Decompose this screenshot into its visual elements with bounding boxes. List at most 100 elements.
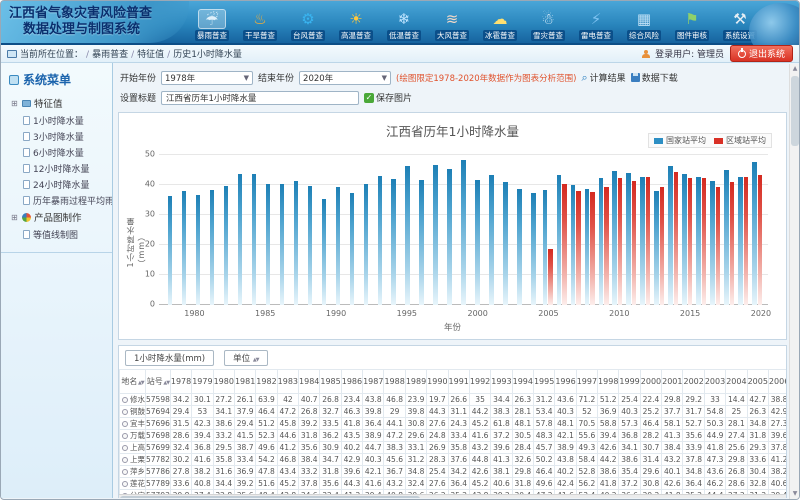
start-year-select[interactable]: 1978年 ▼: [161, 71, 253, 85]
radio-icon[interactable]: [122, 457, 128, 463]
bar-regional-2006[interactable]: [562, 184, 567, 305]
bar-national-2003[interactable]: [517, 189, 522, 305]
col-header-2000[interactable]: 2000: [640, 370, 661, 394]
col-header-1997[interactable]: 1997: [576, 370, 597, 394]
sidebar-item-6小时降水量[interactable]: 6小时降水量: [1, 144, 112, 160]
bar-national-2014[interactable]: [668, 166, 673, 305]
bar-regional-2014[interactable]: [674, 172, 679, 305]
vertical-scrollbar[interactable]: ▲ ▼: [789, 64, 799, 499]
bar-national-1994[interactable]: [391, 179, 396, 305]
toolbar-item-snow[interactable]: ☃雪灾普查: [525, 9, 571, 41]
bar-national-2008[interactable]: [585, 189, 590, 305]
bar-regional-2005[interactable]: [548, 249, 553, 305]
col-header-1992[interactable]: 1992: [469, 370, 490, 394]
bar-national-2017[interactable]: [710, 181, 715, 305]
station-name-cell[interactable]: 铜鼓: [120, 406, 146, 418]
vertical-scrollbar-thumb[interactable]: [791, 76, 799, 146]
col-header-2006[interactable]: 2006: [768, 370, 787, 394]
bar-national-1988[interactable]: [308, 186, 313, 305]
col-header-1980[interactable]: 1980: [213, 370, 234, 394]
bar-national-2007[interactable]: [571, 185, 576, 305]
bar-national-2016[interactable]: [696, 177, 701, 305]
bar-regional-2008[interactable]: [590, 192, 595, 305]
station-name-cell[interactable]: 上栗: [120, 454, 146, 466]
toolbar-item-drought[interactable]: ♨干旱普查: [237, 9, 283, 41]
end-year-select[interactable]: 2020年 ▼: [299, 71, 391, 85]
sort-arrows-icon[interactable]: ▲▼: [137, 380, 143, 386]
col-header-1991[interactable]: 1991: [448, 370, 469, 394]
bar-national-1985[interactable]: [266, 184, 271, 306]
table-row-上高[interactable]: 上高5769932.436.829.538.749.641.235.630.94…: [120, 442, 788, 454]
bar-national-1978[interactable]: [168, 196, 173, 306]
col-header-1986[interactable]: 1986: [341, 370, 362, 394]
sidebar-item-12小时降水量[interactable]: 12小时降水量: [1, 160, 112, 176]
col-header-2003[interactable]: 2003: [704, 370, 725, 394]
bar-national-2004[interactable]: [531, 193, 536, 305]
bar-regional-2015[interactable]: [688, 178, 693, 305]
bar-national-2005[interactable]: [543, 190, 548, 305]
bar-regional-2018[interactable]: [730, 182, 735, 305]
bar-national-1979[interactable]: [182, 191, 187, 305]
table-row-上栗[interactable]: 上栗5778230.241.635.833.454.246.838.434.74…: [120, 454, 788, 466]
bar-national-1981[interactable]: [210, 190, 215, 305]
station-name-cell[interactable]: 萍乡: [120, 466, 146, 478]
horizontal-scrollbar-thumb[interactable]: [120, 496, 420, 498]
col-header-1979[interactable]: 1979: [192, 370, 213, 394]
sidebar-item-历年暴雨过程平均雨量[interactable]: 历年暴雨过程平均雨量: [1, 192, 112, 208]
radio-icon[interactable]: [122, 421, 128, 427]
col-header-1995[interactable]: 1995: [533, 370, 554, 394]
radio-icon[interactable]: [122, 397, 128, 403]
sidebar-item-等值线制图[interactable]: 等值线制图: [1, 226, 112, 242]
bar-national-1992[interactable]: [364, 184, 369, 305]
bar-national-2013[interactable]: [654, 191, 659, 305]
col-header-1983[interactable]: 1983: [277, 370, 298, 394]
col-header-1981[interactable]: 1981: [234, 370, 255, 394]
bar-regional-2019[interactable]: [744, 177, 749, 305]
sidebar-item-24小时降水量[interactable]: 24小时降水量: [1, 176, 112, 192]
bar-national-2000[interactable]: [475, 180, 480, 305]
col-header-1982[interactable]: 1982: [256, 370, 277, 394]
sidebar-group-产品图制作[interactable]: ⊞产品图制作: [1, 208, 112, 226]
col-header-1987[interactable]: 1987: [363, 370, 384, 394]
toolbar-item-lightning[interactable]: ⚡雷电普查: [573, 9, 619, 41]
bar-national-1983[interactable]: [238, 174, 243, 305]
radio-icon[interactable]: [122, 445, 128, 451]
bar-national-1997[interactable]: [433, 165, 438, 305]
bar-regional-2016[interactable]: [702, 178, 707, 306]
toolbar-item-wind[interactable]: ≋大风普查: [429, 9, 475, 41]
unit-dropdown[interactable]: 单位 ▲▼: [224, 350, 267, 366]
bar-national-2009[interactable]: [599, 178, 604, 305]
bar-national-2020[interactable]: [752, 162, 757, 305]
radio-icon[interactable]: [122, 433, 128, 439]
col-header-1990[interactable]: 1990: [427, 370, 448, 394]
bar-national-1999[interactable]: [461, 160, 466, 306]
bar-national-1995[interactable]: [405, 166, 410, 306]
toolbar-item-rainstorm[interactable]: ☔暴雨普查: [189, 9, 235, 41]
breadcrumb-item[interactable]: 暴雨普查: [92, 50, 128, 60]
bar-regional-2017[interactable]: [716, 187, 721, 305]
expander-icon[interactable]: ⊞: [11, 213, 19, 222]
bar-national-2012[interactable]: [640, 177, 645, 305]
col-header-1996[interactable]: 1996: [555, 370, 576, 394]
station-name-cell[interactable]: 莲花: [120, 478, 146, 490]
table-row-万载[interactable]: 万载5769828.639.433.241.552.344.631.836.24…: [120, 430, 788, 442]
horizontal-scrollbar[interactable]: [119, 494, 786, 498]
station-name-cell[interactable]: 上高: [120, 442, 146, 454]
col-header-2004[interactable]: 2004: [726, 370, 747, 394]
sidebar-item-1小时降水量[interactable]: 1小时降水量: [1, 112, 112, 128]
toolbar-item-low-temp[interactable]: ❄低温普查: [381, 9, 427, 41]
bar-national-2019[interactable]: [738, 177, 743, 305]
col-header-1984[interactable]: 1984: [299, 370, 320, 394]
station-name-cell[interactable]: 万载: [120, 430, 146, 442]
bar-national-2011[interactable]: [626, 173, 631, 305]
col-header-1999[interactable]: 1999: [619, 370, 640, 394]
chart-title-input[interactable]: [161, 91, 359, 105]
toolbar-item-hail[interactable]: ☁冰雹普查: [477, 9, 523, 41]
col-header-station[interactable]: 站号 ▲▼: [146, 370, 171, 394]
bar-national-1998[interactable]: [447, 169, 452, 305]
bar-national-2015[interactable]: [682, 174, 687, 305]
bar-national-1986[interactable]: [280, 184, 285, 305]
expander-icon[interactable]: ⊞: [11, 99, 19, 108]
bar-national-1980[interactable]: [196, 195, 201, 305]
bar-national-1991[interactable]: [350, 193, 355, 305]
